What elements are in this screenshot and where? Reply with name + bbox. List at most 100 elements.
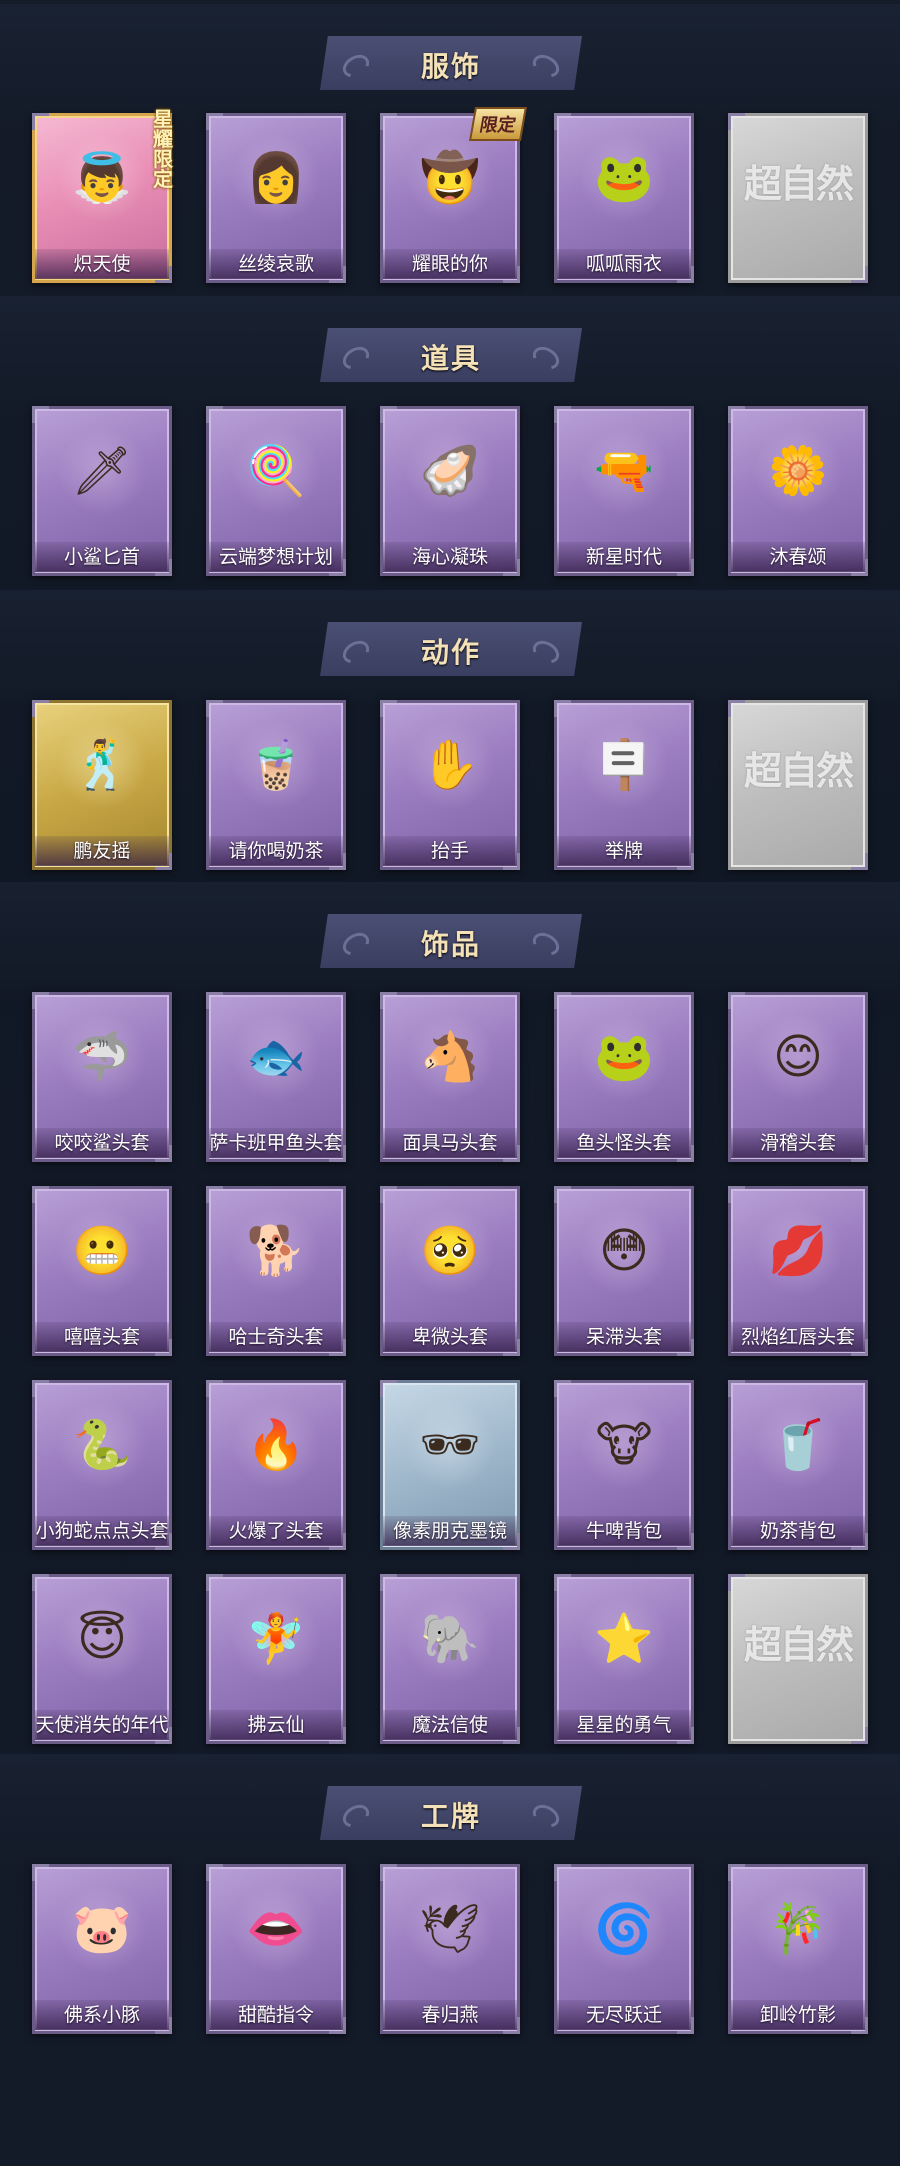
dance-pose-icon: 🕺 <box>57 720 147 810</box>
red-lips-head-icon: 💋 <box>753 1206 843 1296</box>
item-name: 嘻嘻头套 <box>35 1322 169 1352</box>
item-name: 小狗蛇点点头套 <box>35 1516 169 1546</box>
item-name: 魔法信使 <box>383 1710 517 1740</box>
section-banner: 服饰 <box>320 36 582 90</box>
milk-tea-pose-icon: 🧋 <box>231 720 321 810</box>
section-header: 服饰 <box>0 34 900 92</box>
item-name: 咬咬鲨头套 <box>35 1128 169 1158</box>
snake-head-icon: 🐍 <box>57 1400 147 1490</box>
item-card[interactable]: ⭐ 星星的勇气 <box>554 1574 694 1744</box>
hold-sign-icon: 🪧 <box>579 720 669 810</box>
item-card[interactable]: 🗡 小鲨匕首 <box>32 406 172 576</box>
section-banner: 饰品 <box>320 914 582 968</box>
item-card[interactable]: 🐴 面具马头套 <box>380 992 520 1162</box>
item-card[interactable]: 🕶 像素朋克墨镜 <box>380 1380 520 1550</box>
item-card[interactable]: 🤠 耀眼的你 限定 <box>380 107 527 283</box>
pearl-shell-icon: 🦪 <box>405 426 495 516</box>
item-card[interactable]: 🦈 咬咬鲨头套 <box>32 992 172 1162</box>
section-title: 工牌 <box>420 1800 481 1833</box>
item-card[interactable]: 🔫 新星时代 <box>554 406 694 576</box>
item-card[interactable]: 🔥 火爆了头套 <box>206 1380 346 1550</box>
item-name: 萨卡班甲鱼头套 <box>209 1128 343 1158</box>
item-name: 佛系小豚 <box>35 2000 169 2030</box>
grin-face-icon: 😬 <box>57 1206 147 1296</box>
shark-head-icon: 🦈 <box>57 1012 147 1102</box>
item-name: 云端梦想计划 <box>209 542 343 572</box>
item-name: 拂云仙 <box>209 1710 343 1740</box>
item-card[interactable]: 🥺 卑微头套 <box>380 1186 520 1356</box>
item-name: 鱼头怪头套 <box>557 1128 691 1158</box>
item-name: 卑微头套 <box>383 1322 517 1352</box>
item-card[interactable]: 🦪 海心凝珠 <box>380 406 520 576</box>
frog-girl-portrait-icon: 🐸 <box>579 133 669 223</box>
placeholder-card[interactable]: 超自然 <box>728 700 868 870</box>
section-title: 服饰 <box>420 50 481 83</box>
item-card[interactable]: 😊 滑稽头套 <box>728 992 868 1162</box>
fire-head-icon: 🔥 <box>231 1400 321 1490</box>
item-card[interactable]: 🌼 沐春颂 <box>728 406 868 576</box>
item-card[interactable]: 👩 丝绫哀歌 <box>206 113 346 283</box>
item-name: 奶茶背包 <box>731 1516 865 1546</box>
item-card[interactable]: 🎋 卸岭竹影 <box>728 1864 868 2034</box>
item-name: 小鲨匕首 <box>35 542 169 572</box>
item-card[interactable]: 🕺 鹏友摇 <box>32 700 172 870</box>
item-name: 甜酷指令 <box>209 2000 343 2030</box>
item-name: 呱呱雨衣 <box>557 249 691 279</box>
item-card[interactable]: 👄 甜酷指令 <box>206 1864 346 2034</box>
item-card[interactable]: 🐮 牛啤背包 <box>554 1380 694 1550</box>
horse-head-icon: 🐴 <box>405 1012 495 1102</box>
humble-face-icon: 🥺 <box>405 1206 495 1296</box>
item-card[interactable]: 🧚 拂云仙 <box>206 1574 346 1744</box>
placeholder-card[interactable]: 超自然 <box>728 1574 868 1744</box>
cow-beer-backpack-icon: 🐮 <box>579 1400 669 1490</box>
swallow-badge-icon: 🕊 <box>405 1884 495 1974</box>
item-card[interactable]: 😇 天使消失的年代 <box>32 1574 172 1744</box>
item-name: 星星的勇气 <box>557 1710 691 1740</box>
item-name: 炽天使 <box>35 249 169 279</box>
item-card[interactable]: ✋ 抬手 <box>380 700 520 870</box>
angel-charm-icon: 😇 <box>57 1594 147 1684</box>
item-name: 火爆了头套 <box>209 1516 343 1546</box>
item-card[interactable]: 🐍 小狗蛇点点头套 <box>32 1380 172 1550</box>
item-card[interactable]: 😬 嘻嘻头套 <box>32 1186 172 1356</box>
item-name: 抬手 <box>383 836 517 866</box>
item-name: 卸岭竹影 <box>731 2000 865 2030</box>
item-card[interactable]: 🐷 佛系小豚 <box>32 1864 172 2034</box>
section-header: 道具 <box>0 326 900 384</box>
item-card[interactable]: 🐟 萨卡班甲鱼头套 <box>206 992 346 1162</box>
lady-portrait-icon: 👩 <box>231 133 321 223</box>
item-name: 牛啤背包 <box>557 1516 691 1546</box>
item-card[interactable]: 😳 呆滞头套 <box>554 1186 694 1356</box>
item-card[interactable]: 🐕 哈士奇头套 <box>206 1186 346 1356</box>
item-card[interactable]: 🌀 无尽跃迁 <box>554 1864 694 2034</box>
shark-dagger-icon: 🗡 <box>57 426 147 516</box>
placeholder-logo-icon: 超自然 <box>743 162 854 206</box>
item-card[interactable]: 🐘 魔法信使 <box>380 1574 520 1744</box>
star-charm-icon: ⭐ <box>579 1594 669 1684</box>
item-card[interactable]: 🧋 请你喝奶茶 <box>206 700 346 870</box>
section-banner: 工牌 <box>320 1786 582 1840</box>
item-name: 春归燕 <box>383 2000 517 2030</box>
item-card[interactable]: 🕊 春归燕 <box>380 1864 520 2034</box>
item-name: 天使消失的年代 <box>35 1710 169 1740</box>
section-title: 饰品 <box>420 928 481 961</box>
item-name: 丝绫哀歌 <box>209 249 343 279</box>
section-title: 道具 <box>420 342 481 375</box>
item-card[interactable]: 💋 烈焰红唇头套 <box>728 1186 868 1356</box>
elephant-charm-icon: 🐘 <box>405 1594 495 1684</box>
item-card[interactable]: 🥤 奶茶背包 <box>728 1380 868 1550</box>
item-name: 鹏友摇 <box>35 836 169 866</box>
section-banner: 道具 <box>320 328 582 382</box>
dazed-face-icon: 😳 <box>579 1206 669 1296</box>
item-name: 滑稽头套 <box>731 1128 865 1158</box>
item-card[interactable]: 👼 炽天使 星耀限定 <box>32 109 173 283</box>
limited-badge: 限定 <box>469 107 527 141</box>
item-card[interactable]: 🐸 呱呱雨衣 <box>554 113 694 283</box>
item-card[interactable]: 🐸 鱼头怪头套 <box>554 992 694 1162</box>
piglet-badge-icon: 🐷 <box>57 1884 147 1974</box>
placeholder-card[interactable]: 超自然 <box>728 113 868 283</box>
bamboo-badge-icon: 🎋 <box>753 1884 843 1974</box>
item-card[interactable]: 🪧 举牌 <box>554 700 694 870</box>
warp-badge-icon: 🌀 <box>579 1884 669 1974</box>
item-card[interactable]: 🍭 云端梦想计划 <box>206 406 346 576</box>
